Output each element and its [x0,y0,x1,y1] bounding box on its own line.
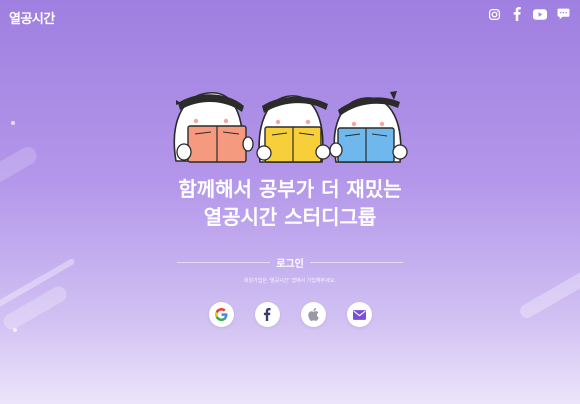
login-label: 로그인 [276,259,304,270]
headline-line-2: 열공시간 스터디그룹 [203,205,377,229]
facebook-icon[interactable] [510,7,524,21]
character-reading-yellow-book [256,95,331,163]
chat-icon[interactable] [556,7,570,21]
decor-dot [13,328,17,332]
email-login-button[interactable] [346,302,372,327]
decor-dot [11,121,15,125]
instagram-icon[interactable] [487,7,501,21]
youtube-icon[interactable] [533,7,547,21]
page-headline: 함께해서 공부가 더 재밌는 열공시간 스터디그룹 [0,175,580,231]
divider-right [310,262,403,263]
facebook-icon [263,308,271,321]
character-reading-blue-book [329,91,408,163]
email-icon [352,309,366,320]
signup-hint: 회원가입은 '열공시간' 앱에서 가입해주세요. [244,278,336,284]
google-icon [214,308,227,321]
google-login-button[interactable] [208,302,234,327]
headline-line-1: 함께해서 공부가 더 재밌는 [178,177,402,201]
apple-icon [307,308,319,321]
hero-illustration [168,86,413,168]
logo[interactable]: 열공시간 [9,8,55,27]
login-options [0,302,580,327]
facebook-login-button[interactable] [254,302,280,327]
character-reading-orange-book [173,92,254,163]
apple-login-button[interactable] [300,302,326,327]
social-links [487,7,570,21]
